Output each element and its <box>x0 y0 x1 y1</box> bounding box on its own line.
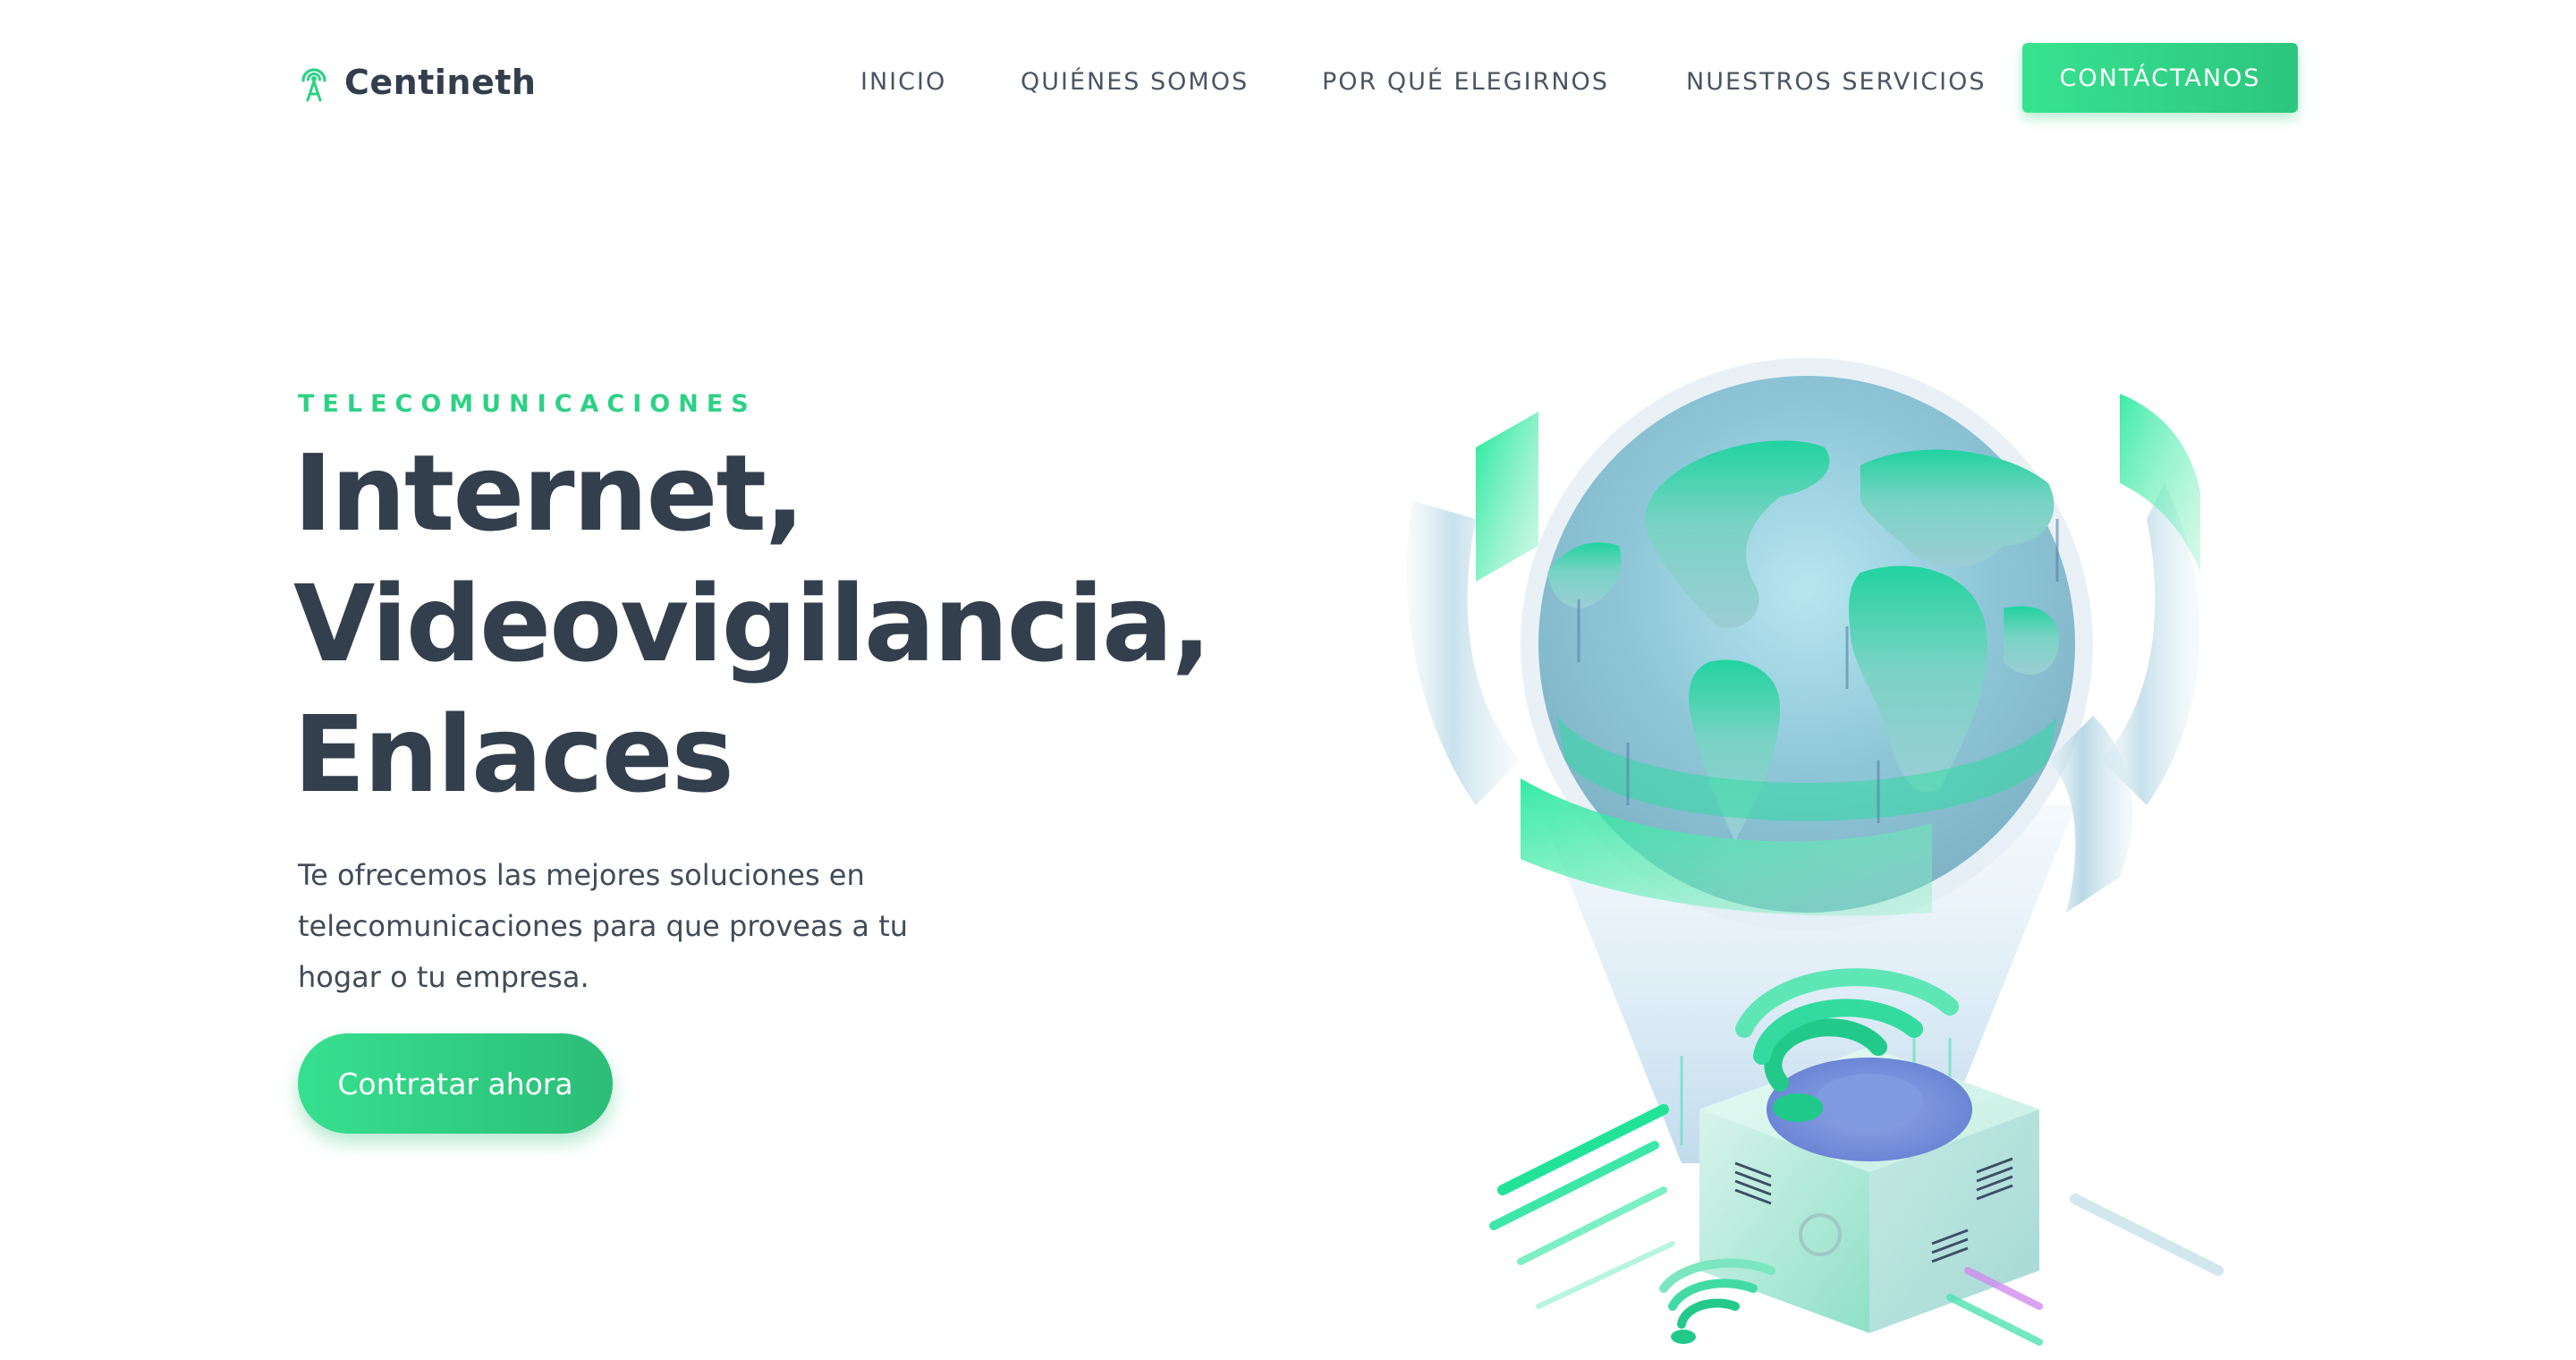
hero-description: Te ofrecemos las mejores soluciones en t… <box>298 858 909 994</box>
brand-logo[interactable]: Centineth <box>296 55 536 109</box>
brand-name: Centineth <box>344 63 537 102</box>
antenna-signal-icon <box>301 68 326 102</box>
nav-link-inicio[interactable]: INICIO <box>860 63 946 102</box>
headline-line: Internet, <box>293 431 805 555</box>
hero-headline: Internet, Videovigilancia, Enlaces <box>293 428 1211 820</box>
nav-link-quienes-somos[interactable]: QUIÉNES SOMOS <box>1021 63 1249 102</box>
headline-line: Enlaces <box>293 693 734 816</box>
contact-button[interactable]: CONTÁCTANOS <box>2022 43 2298 113</box>
site-header: Centineth INICIO QUIÉNES SOMOS POR QUÉ E… <box>0 0 2576 152</box>
hero-eyebrow: TELECOMUNICACIONES <box>298 390 757 418</box>
headline-line: Videovigilancia, <box>293 562 1211 685</box>
globe-router-wifi-illustration <box>1406 358 2224 1346</box>
contratar-ahora-button[interactable]: Contratar ahora <box>298 1033 613 1134</box>
nav-link-nuestros-servicios[interactable]: NUESTROS SERVICIOS <box>1686 63 1987 102</box>
nav-link-por-que-elegirnos[interactable]: POR QUÉ ELEGIRNOS <box>1322 63 1609 102</box>
